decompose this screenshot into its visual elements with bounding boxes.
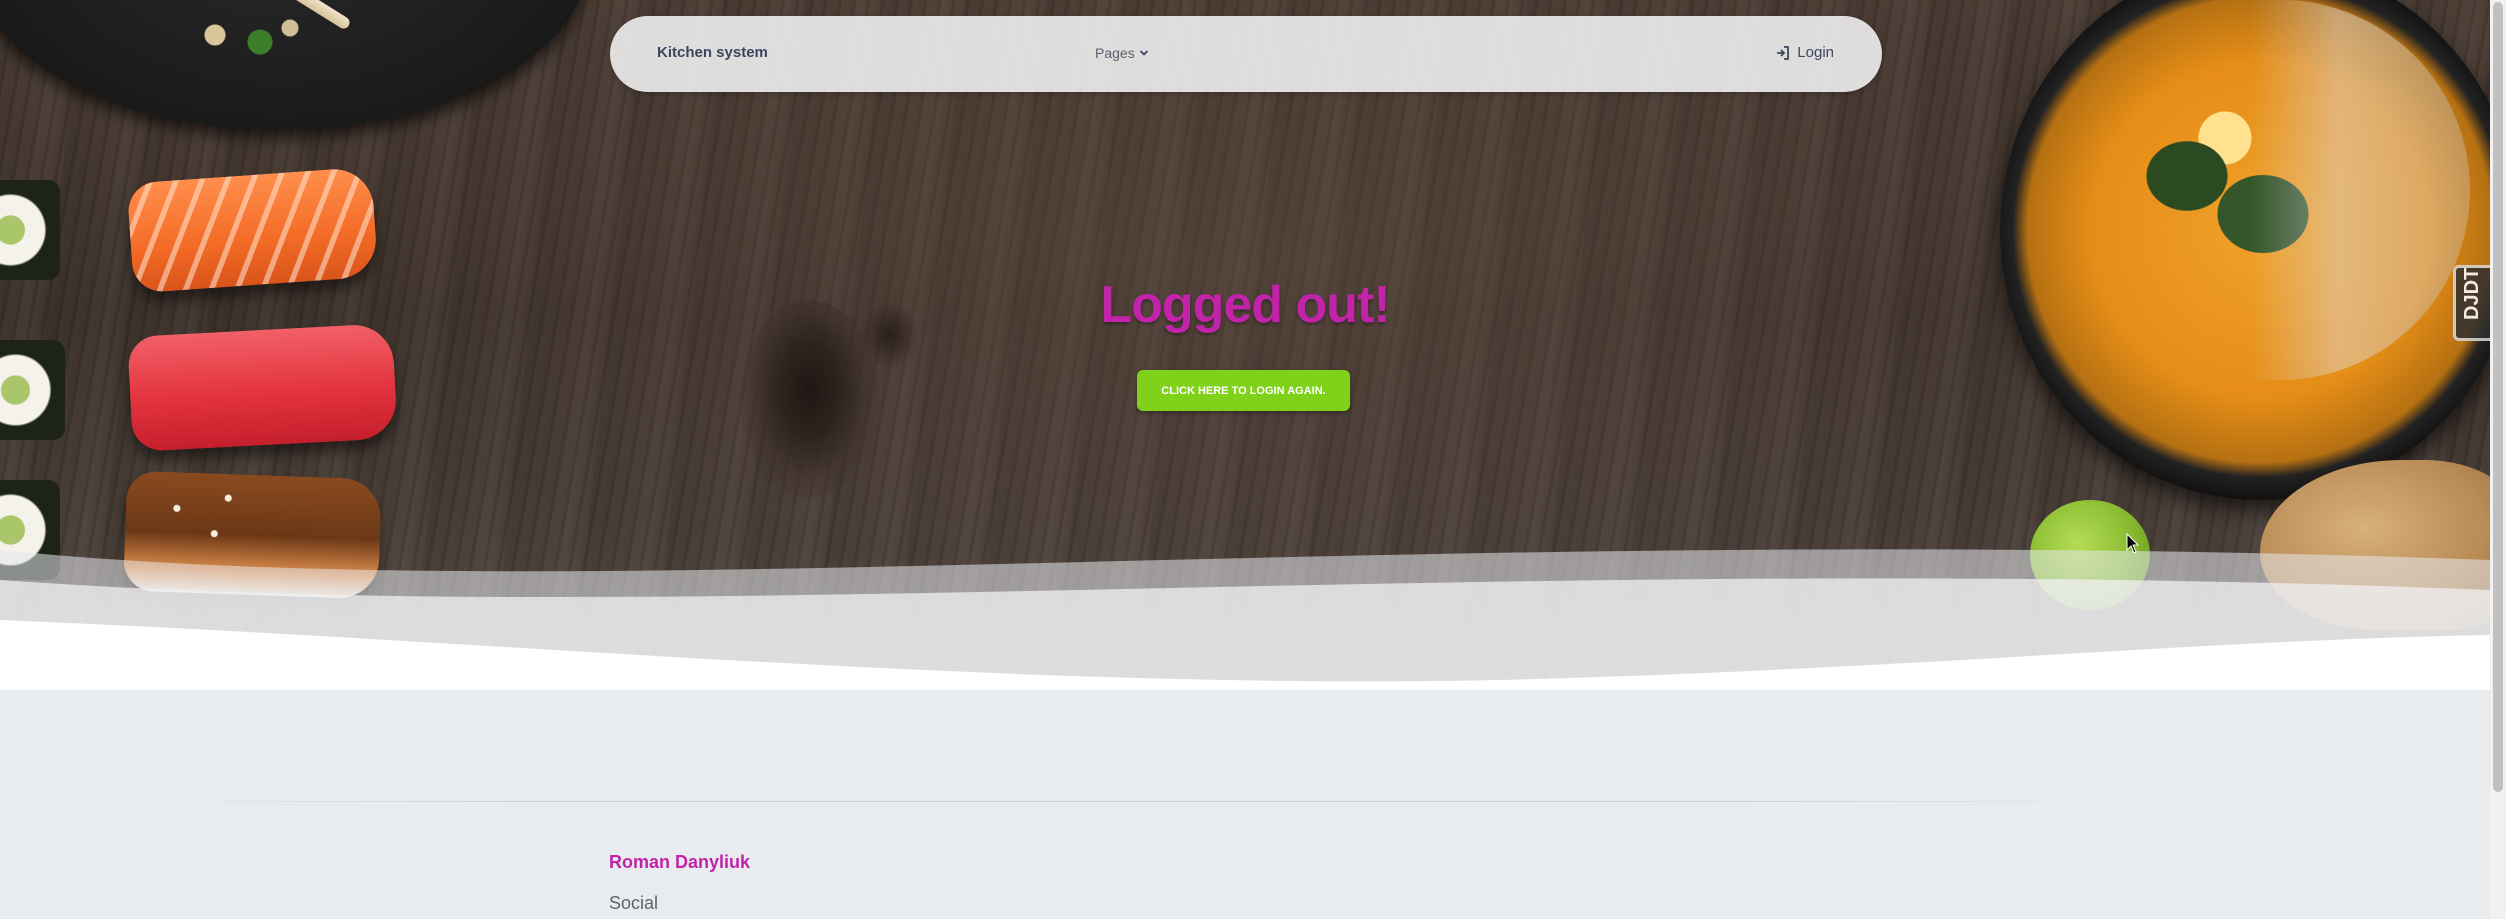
footer-social-heading: Social — [609, 893, 659, 913]
sushi-roll-image — [0, 340, 65, 440]
mouse-cursor-icon — [2126, 533, 2140, 554]
debug-toolbar-handle[interactable]: DJDT — [2453, 265, 2493, 341]
footer-author-name: Roman Danyliuk — [609, 852, 751, 872]
login-link[interactable]: Login — [1776, 44, 1834, 61]
page: Logged out! Click here to login again. K… — [0, 0, 2506, 919]
logged-out-heading: Logged out! — [1100, 276, 1390, 334]
wood-knot-decoration — [860, 300, 920, 370]
plate-image — [0, 0, 590, 130]
login-again-button[interactable]: Click here to login again. — [1137, 370, 1350, 411]
scrollbar-thumb[interactable] — [2493, 2, 2503, 792]
brand-link[interactable]: Kitchen system — [657, 44, 768, 61]
login-link-label: Login — [1797, 44, 1834, 61]
top-navbar: Kitchen system Pages Login — [610, 16, 1882, 92]
vertical-scrollbar[interactable] — [2490, 0, 2506, 919]
tuna-nigiri-image — [127, 323, 398, 452]
pages-dropdown-label: Pages — [1095, 45, 1135, 61]
salmon-nigiri-image — [126, 166, 379, 294]
hero-banner: Logged out! Click here to login again. — [0, 0, 2490, 690]
sushi-roll-image — [0, 180, 60, 280]
chevron-down-icon — [1139, 50, 1148, 56]
sign-in-icon — [1777, 45, 1790, 60]
footer-divider — [130, 801, 2130, 802]
hero-wave-divider — [0, 549, 2490, 690]
miso-soup-bowl-image — [2000, 0, 2490, 500]
pages-dropdown[interactable]: Pages — [1095, 45, 1149, 61]
debug-toolbar-label: DJDT — [2461, 267, 2483, 320]
wood-knot-decoration — [740, 300, 880, 500]
